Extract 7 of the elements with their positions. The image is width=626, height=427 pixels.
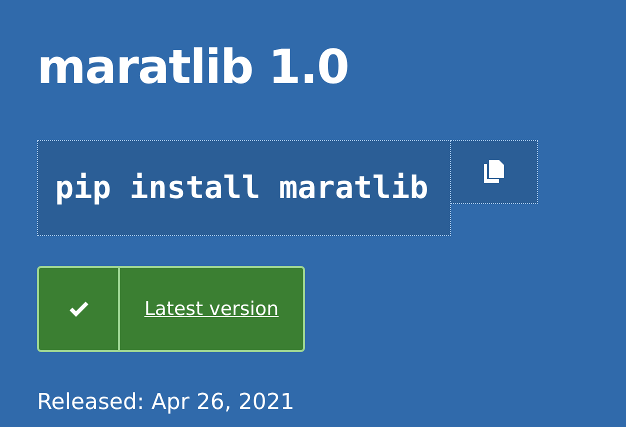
copy-icon (483, 159, 506, 185)
latest-version-link[interactable]: Latest version (144, 298, 279, 320)
check-icon (68, 301, 88, 317)
copy-button[interactable] (451, 140, 538, 204)
install-command: pip install maratlib (37, 140, 452, 236)
release-date: Released: Apr 26, 2021 (37, 390, 296, 415)
package-title: maratlib 1.0 (37, 39, 350, 97)
